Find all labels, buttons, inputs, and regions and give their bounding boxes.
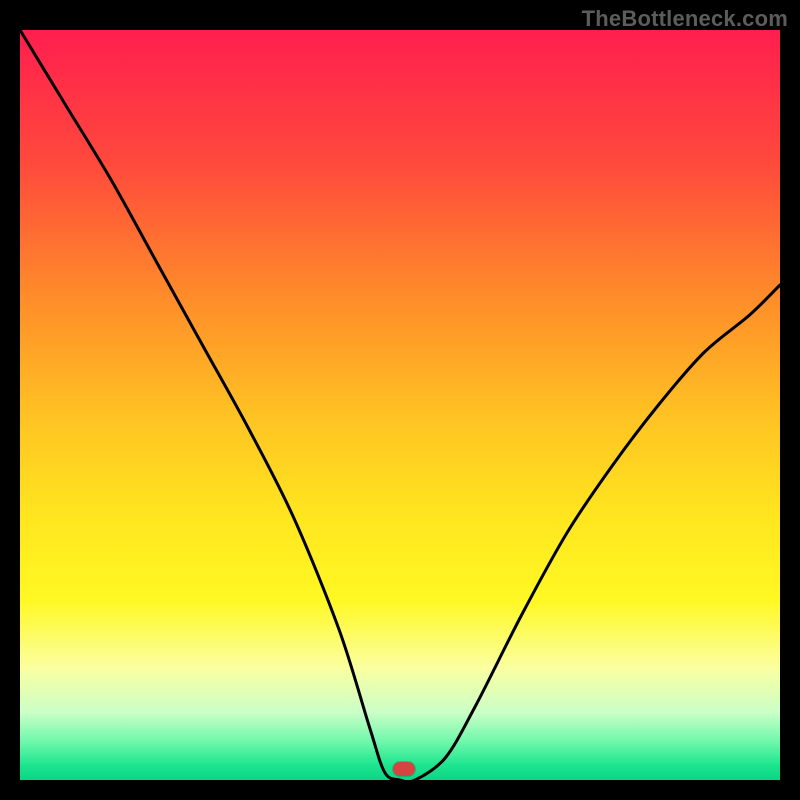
optimal-point-marker [393, 762, 415, 776]
page: TheBottleneck.com [0, 0, 800, 800]
bottleneck-curve [20, 30, 780, 780]
chart-plot-area [20, 30, 780, 780]
watermark-text: TheBottleneck.com [582, 6, 788, 32]
